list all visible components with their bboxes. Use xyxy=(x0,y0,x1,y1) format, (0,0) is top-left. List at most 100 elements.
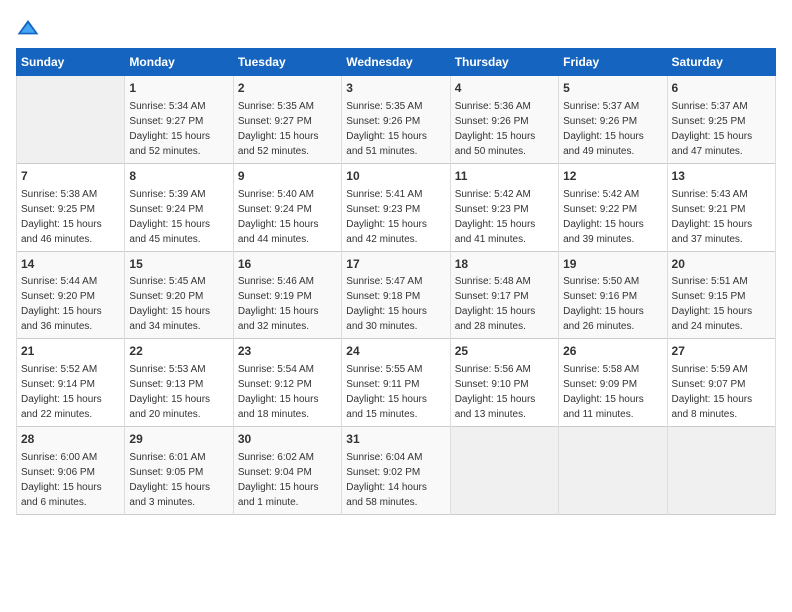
day-number: 15 xyxy=(129,256,228,273)
day-number: 11 xyxy=(455,168,554,185)
calendar-cell: 1 Sunrise: 5:34 AMSunset: 9:27 PMDaylight… xyxy=(125,76,233,164)
calendar-cell: 27 Sunrise: 5:59 AMSunset: 9:07 PMDayligh… xyxy=(667,339,775,427)
day-number: 12 xyxy=(563,168,662,185)
calendar-cell: 20Sunrise: 5:51 AMSunset: 9:15 PMDayligh… xyxy=(667,251,775,339)
day-number: 16 xyxy=(238,256,337,273)
calendar-cell: 26 Sunrise: 5:58 AMSunset: 9:09 PMDayligh… xyxy=(559,339,667,427)
day-number: 7 xyxy=(21,168,120,185)
day-number: 20 xyxy=(672,256,771,273)
day-info: Sunrise: 5:55 AMSunset: 9:11 PMDaylight:… xyxy=(346,362,445,422)
day-info: Sunrise: 5:42 AMSunset: 9:22 PMDaylight:… xyxy=(563,187,662,247)
calendar-cell: 22 Sunrise: 5:53 AMSunset: 9:13 PMDayligh… xyxy=(125,339,233,427)
calendar-cell: 8Sunrise: 5:39 AMSunset: 9:24 PMDaylight… xyxy=(125,163,233,251)
day-number: 31 xyxy=(346,431,445,448)
day-number: 8 xyxy=(129,168,228,185)
day-number: 29 xyxy=(129,431,228,448)
calendar-cell: 4 Sunrise: 5:36 AMSunset: 9:26 PMDaylight… xyxy=(450,76,558,164)
calendar-cell: 15Sunrise: 5:45 AMSunset: 9:20 PMDayligh… xyxy=(125,251,233,339)
day-number: 2 xyxy=(238,80,337,97)
day-number: 1 xyxy=(129,80,228,97)
day-info: Sunrise: 5:54 AMSunset: 9:12 PMDaylight:… xyxy=(238,362,337,422)
calendar-cell: 30 Sunrise: 6:02 AMSunset: 9:04 PMDayligh… xyxy=(233,427,341,515)
day-info: Sunrise: 5:36 AMSunset: 9:26 PMDaylight:… xyxy=(455,99,554,159)
day-info: Sunrise: 5:56 AMSunset: 9:10 PMDaylight:… xyxy=(455,362,554,422)
calendar-week-5: 28Sunrise: 6:00 AMSunset: 9:06 PMDayligh… xyxy=(17,427,776,515)
day-number: 14 xyxy=(21,256,120,273)
calendar-cell: 3 Sunrise: 5:35 AMSunset: 9:26 PMDaylight… xyxy=(342,76,450,164)
day-number: 21 xyxy=(21,343,120,360)
day-number: 13 xyxy=(672,168,771,185)
calendar-cell: 2 Sunrise: 5:35 AMSunset: 9:27 PMDaylight… xyxy=(233,76,341,164)
day-info: Sunrise: 5:34 AMSunset: 9:27 PMDaylight:… xyxy=(129,99,228,159)
weekday-header-monday: Monday xyxy=(125,49,233,76)
calendar-week-3: 14Sunrise: 5:44 AMSunset: 9:20 PMDayligh… xyxy=(17,251,776,339)
weekday-header-thursday: Thursday xyxy=(450,49,558,76)
calendar-cell: 24 Sunrise: 5:55 AMSunset: 9:11 PMDayligh… xyxy=(342,339,450,427)
calendar-cell: 21Sunrise: 5:52 AMSunset: 9:14 PMDayligh… xyxy=(17,339,125,427)
calendar-cell: 25 Sunrise: 5:56 AMSunset: 9:10 PMDayligh… xyxy=(450,339,558,427)
day-info: Sunrise: 5:44 AMSunset: 9:20 PMDaylight:… xyxy=(21,274,120,334)
weekday-header-friday: Friday xyxy=(559,49,667,76)
day-info: Sunrise: 5:45 AMSunset: 9:20 PMDaylight:… xyxy=(129,274,228,334)
calendar-cell xyxy=(450,427,558,515)
day-info: Sunrise: 5:58 AMSunset: 9:09 PMDaylight:… xyxy=(563,362,662,422)
weekday-header-saturday: Saturday xyxy=(667,49,775,76)
day-info: Sunrise: 5:41 AMSunset: 9:23 PMDaylight:… xyxy=(346,187,445,247)
day-number: 19 xyxy=(563,256,662,273)
calendar-cell: 14Sunrise: 5:44 AMSunset: 9:20 PMDayligh… xyxy=(17,251,125,339)
day-number: 17 xyxy=(346,256,445,273)
calendar-cell: 6 Sunrise: 5:37 AMSunset: 9:25 PMDaylight… xyxy=(667,76,775,164)
day-info: Sunrise: 5:35 AMSunset: 9:27 PMDaylight:… xyxy=(238,99,337,159)
day-number: 5 xyxy=(563,80,662,97)
day-info: Sunrise: 6:02 AMSunset: 9:04 PMDaylight:… xyxy=(238,450,337,510)
day-number: 3 xyxy=(346,80,445,97)
day-number: 26 xyxy=(563,343,662,360)
weekday-header-tuesday: Tuesday xyxy=(233,49,341,76)
day-info: Sunrise: 5:37 AMSunset: 9:26 PMDaylight:… xyxy=(563,99,662,159)
calendar-cell: 11 Sunrise: 5:42 AMSunset: 9:23 PMDayligh… xyxy=(450,163,558,251)
weekday-header-row: SundayMondayTuesdayWednesdayThursdayFrid… xyxy=(17,49,776,76)
day-number: 9 xyxy=(238,168,337,185)
day-info: Sunrise: 5:35 AMSunset: 9:26 PMDaylight:… xyxy=(346,99,445,159)
calendar-cell: 31Sunrise: 6:04 AMSunset: 9:02 PMDayligh… xyxy=(342,427,450,515)
day-number: 4 xyxy=(455,80,554,97)
day-info: Sunrise: 5:50 AMSunset: 9:16 PMDaylight:… xyxy=(563,274,662,334)
weekday-header-wednesday: Wednesday xyxy=(342,49,450,76)
calendar-cell: 18Sunrise: 5:48 AMSunset: 9:17 PMDayligh… xyxy=(450,251,558,339)
calendar-cell: 17Sunrise: 5:47 AMSunset: 9:18 PMDayligh… xyxy=(342,251,450,339)
day-info: Sunrise: 5:48 AMSunset: 9:17 PMDaylight:… xyxy=(455,274,554,334)
calendar-cell: 29 Sunrise: 6:01 AMSunset: 9:05 PMDayligh… xyxy=(125,427,233,515)
day-info: Sunrise: 6:01 AMSunset: 9:05 PMDaylight:… xyxy=(129,450,228,510)
day-info: Sunrise: 5:40 AMSunset: 9:24 PMDaylight:… xyxy=(238,187,337,247)
logo-icon xyxy=(16,16,40,40)
day-info: Sunrise: 5:43 AMSunset: 9:21 PMDaylight:… xyxy=(672,187,771,247)
calendar-cell xyxy=(559,427,667,515)
day-number: 6 xyxy=(672,80,771,97)
weekday-header-sunday: Sunday xyxy=(17,49,125,76)
day-number: 18 xyxy=(455,256,554,273)
logo xyxy=(16,16,44,40)
day-number: 22 xyxy=(129,343,228,360)
day-info: Sunrise: 5:47 AMSunset: 9:18 PMDaylight:… xyxy=(346,274,445,334)
calendar-week-2: 7 Sunrise: 5:38 AMSunset: 9:25 PMDaylight… xyxy=(17,163,776,251)
calendar-week-4: 21Sunrise: 5:52 AMSunset: 9:14 PMDayligh… xyxy=(17,339,776,427)
calendar-cell: 13 Sunrise: 5:43 AMSunset: 9:21 PMDayligh… xyxy=(667,163,775,251)
day-number: 27 xyxy=(672,343,771,360)
day-info: Sunrise: 5:53 AMSunset: 9:13 PMDaylight:… xyxy=(129,362,228,422)
day-info: Sunrise: 5:59 AMSunset: 9:07 PMDaylight:… xyxy=(672,362,771,422)
calendar-cell: 12 Sunrise: 5:42 AMSunset: 9:22 PMDayligh… xyxy=(559,163,667,251)
calendar-cell: 19Sunrise: 5:50 AMSunset: 9:16 PMDayligh… xyxy=(559,251,667,339)
day-info: Sunrise: 5:42 AMSunset: 9:23 PMDaylight:… xyxy=(455,187,554,247)
day-number: 25 xyxy=(455,343,554,360)
day-info: Sunrise: 5:38 AMSunset: 9:25 PMDaylight:… xyxy=(21,187,120,247)
day-info: Sunrise: 6:00 AMSunset: 9:06 PMDaylight:… xyxy=(21,450,120,510)
day-number: 10 xyxy=(346,168,445,185)
calendar-cell: 7 Sunrise: 5:38 AMSunset: 9:25 PMDaylight… xyxy=(17,163,125,251)
day-info: Sunrise: 5:37 AMSunset: 9:25 PMDaylight:… xyxy=(672,99,771,159)
day-info: Sunrise: 5:51 AMSunset: 9:15 PMDaylight:… xyxy=(672,274,771,334)
calendar-cell: 16Sunrise: 5:46 AMSunset: 9:19 PMDayligh… xyxy=(233,251,341,339)
calendar-cell: 23Sunrise: 5:54 AMSunset: 9:12 PMDayligh… xyxy=(233,339,341,427)
day-number: 30 xyxy=(238,431,337,448)
day-number: 24 xyxy=(346,343,445,360)
day-info: Sunrise: 5:46 AMSunset: 9:19 PMDaylight:… xyxy=(238,274,337,334)
